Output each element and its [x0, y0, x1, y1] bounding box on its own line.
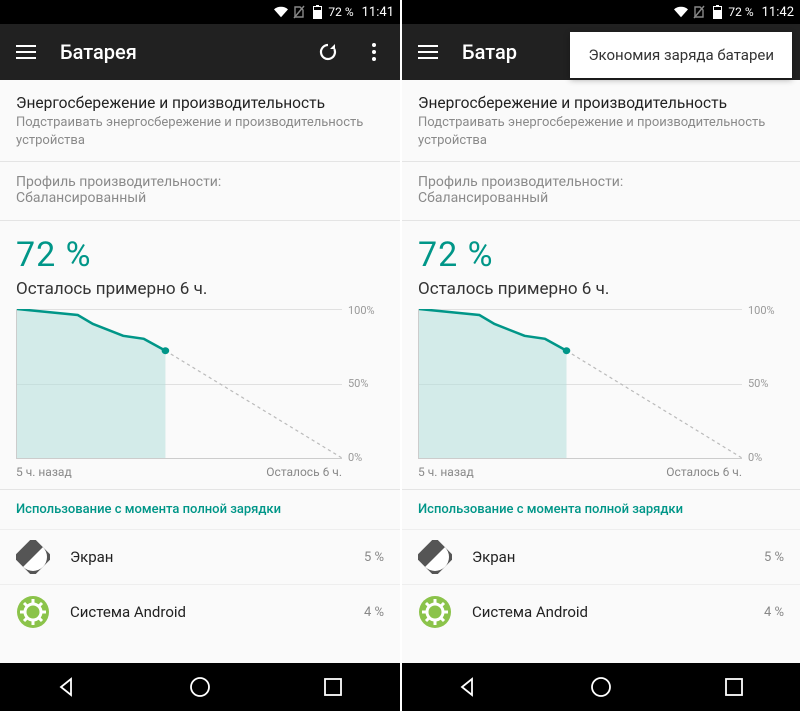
profile-section[interactable]: Профиль производительности: Сбалансирова…: [402, 162, 800, 221]
perf-subtitle: Подстраивать энергосбережение и производ…: [16, 114, 384, 149]
battery-block[interactable]: 72 % Осталось примерно 6 ч. 100% 50%: [0, 221, 400, 490]
x-label-right: Осталось 6 ч.: [666, 465, 742, 479]
usage-row-android[interactable]: Система Android 4 %: [0, 584, 400, 639]
usage-pct: 4 %: [764, 605, 784, 620]
usage-pct: 5 %: [764, 550, 784, 565]
home-button[interactable]: [186, 673, 214, 701]
x-label-right: Осталось 6 ч.: [266, 465, 342, 479]
status-bar: 72 % 11:42: [402, 0, 800, 24]
back-button[interactable]: [454, 673, 482, 701]
home-button[interactable]: [587, 673, 615, 701]
popup-label: Экономия заряда батареи: [588, 46, 774, 64]
battery-remaining: Осталось примерно 6 ч.: [418, 279, 784, 299]
nav-bar: [0, 663, 400, 711]
profile-value: Сбалансированный: [16, 190, 384, 206]
recents-button[interactable]: [720, 673, 748, 701]
battery-chart: 100% 50% 0%: [16, 309, 384, 459]
gear-icon: [16, 595, 50, 629]
wifi-icon: [274, 5, 288, 19]
battery-percent: 72 %: [418, 235, 784, 275]
content: Энергосбережение и производительность По…: [0, 80, 400, 663]
perf-subtitle: Подстраивать энергосбережение и производ…: [418, 114, 784, 149]
y-label-100: 100%: [348, 304, 375, 317]
app-bar: Батарея: [0, 24, 400, 80]
no-sim-icon: [692, 5, 706, 19]
overflow-menu-item[interactable]: Экономия заряда батареи: [570, 32, 792, 78]
chart-y-labels: 100% 50% 0%: [342, 309, 384, 459]
usage-row-screen[interactable]: Экран 5 %: [0, 529, 400, 584]
usage-row-screen[interactable]: Экран 5 %: [402, 529, 800, 584]
battery-icon: [310, 5, 324, 19]
usage-label: Система Android: [70, 603, 344, 621]
usage-row-android[interactable]: Система Android 4 %: [402, 584, 800, 639]
battery-percent: 72 %: [16, 235, 384, 275]
screen-right: 72 % 11:42 Батар Экономия заряда батареи…: [400, 0, 800, 711]
chart-svg: [419, 309, 742, 458]
chart-y-labels: 100% 50% 0%: [742, 309, 784, 459]
y-label-0: 0%: [748, 451, 762, 464]
y-label-0: 0%: [348, 451, 362, 464]
screen-left: 72 % 11:41 Батарея Энергосбережение и пр…: [0, 0, 400, 711]
content: Энергосбережение и производительность По…: [402, 80, 800, 663]
status-time: 11:42: [762, 5, 794, 20]
profile-section[interactable]: Профиль производительности: Сбалансирова…: [0, 162, 400, 221]
y-label-50: 50%: [348, 377, 368, 390]
usage-header: Использование с момента полной зарядки: [402, 490, 800, 529]
recents-button[interactable]: [319, 673, 347, 701]
profile-label: Профиль производительности:: [16, 174, 384, 190]
usage-header: Использование с момента полной зарядки: [0, 490, 400, 529]
brightness-icon: [418, 540, 452, 574]
chart-x-labels: 5 ч. назад Осталось 6 ч.: [16, 459, 384, 483]
status-battery-text: 72 %: [328, 5, 353, 19]
battery-icon: [710, 5, 724, 19]
x-label-left: 5 ч. назад: [418, 465, 474, 479]
usage-pct: 4 %: [364, 605, 384, 620]
nav-bar: [402, 663, 800, 711]
usage-pct: 5 %: [364, 550, 384, 565]
profile-label: Профиль производительности:: [418, 174, 784, 190]
back-button[interactable]: [53, 673, 81, 701]
battery-block[interactable]: 72 % Осталось примерно 6 ч. 100% 50%: [402, 221, 800, 490]
no-sim-icon: [292, 5, 306, 19]
status-battery-text: 72 %: [728, 5, 753, 19]
wifi-icon: [674, 5, 688, 19]
brightness-icon: [16, 540, 50, 574]
profile-value: Сбалансированный: [418, 190, 784, 206]
y-label-50: 50%: [748, 377, 768, 390]
status-time: 11:41: [362, 5, 394, 20]
perf-section[interactable]: Энергосбережение и производительность По…: [402, 80, 800, 162]
menu-icon[interactable]: [414, 38, 442, 66]
page-title: Батарея: [60, 40, 314, 64]
battery-remaining: Осталось примерно 6 ч.: [16, 279, 384, 299]
perf-title: Энергосбережение и производительность: [418, 94, 784, 112]
battery-chart: 100% 50% 0%: [418, 309, 784, 459]
menu-icon[interactable]: [12, 38, 40, 66]
status-bar: 72 % 11:41: [0, 0, 400, 24]
chart-x-labels: 5 ч. назад Осталось 6 ч.: [418, 459, 784, 483]
chart-svg: [17, 309, 342, 458]
overflow-icon[interactable]: [360, 38, 388, 66]
usage-label: Экран: [70, 548, 344, 566]
y-label-100: 100%: [748, 304, 775, 317]
x-label-left: 5 ч. назад: [16, 465, 72, 479]
gear-icon: [418, 595, 452, 629]
usage-label: Система Android: [472, 603, 744, 621]
perf-section[interactable]: Энергосбережение и производительность По…: [0, 80, 400, 162]
refresh-icon[interactable]: [314, 38, 342, 66]
usage-label: Экран: [472, 548, 744, 566]
perf-title: Энергосбережение и производительность: [16, 94, 384, 112]
